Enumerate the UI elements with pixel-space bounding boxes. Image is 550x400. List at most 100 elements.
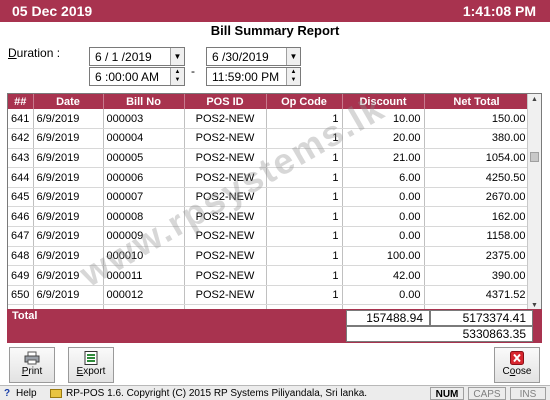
time-spinner[interactable]: ▲ ▼ [286, 68, 300, 85]
copyright-text: RP-POS 1.6. Copyright (C) 2015 RP System… [66, 388, 368, 399]
table-cell: 000004 [103, 128, 185, 149]
table-cell: 641 [8, 109, 34, 130]
time-spinner[interactable]: ▲ ▼ [170, 68, 184, 85]
help-label[interactable]: Help [16, 387, 37, 400]
table-cell: 000011 [103, 265, 185, 286]
table-cell: 0.00 [342, 226, 425, 247]
table-cell: 6/9/2019 [33, 206, 104, 228]
table-cell: 1158.00 [424, 226, 530, 247]
table-cell: 6/9/2019 [33, 226, 104, 247]
column-header[interactable]: Date [33, 94, 104, 109]
table-cell: 2670.00 [424, 187, 530, 208]
spin-down-icon[interactable]: ▼ [171, 76, 184, 84]
table-cell: 642 [8, 128, 34, 149]
column-header[interactable]: Bill No [103, 94, 185, 109]
help-icon[interactable]: ? [4, 387, 10, 400]
title-bar: 05 Dec 2019 1:41:08 PM [0, 0, 550, 22]
table-cell: 000008 [103, 206, 185, 228]
print-button[interactable]: Print [9, 347, 55, 383]
print-label: Print [21, 366, 43, 377]
column-header[interactable]: POS ID [184, 94, 267, 109]
printer-icon [24, 351, 40, 365]
table-cell: POS2-NEW [184, 246, 267, 267]
column-header[interactable]: Net Total [424, 94, 530, 109]
num-lock-indicator: NUM [430, 387, 464, 400]
from-date-picker[interactable]: 6 / 1 /2019 ▼ [89, 47, 185, 66]
close-button[interactable]: Coose [494, 347, 540, 383]
table-cell: 000003 [103, 109, 185, 130]
table-cell: 6.00 [342, 167, 425, 188]
table-cell: 0.00 [342, 206, 425, 228]
table-cell: 0.00 [342, 187, 425, 208]
table-cell: POS2-NEW [184, 167, 267, 188]
table-row[interactable]: 647 6/9/2019 000009 POS2-NEW 1 0.00 1158.00 [8, 226, 530, 247]
table-cell: POS2-NEW [184, 109, 267, 130]
table-cell: 42.00 [342, 265, 425, 286]
table-cell: 6/9/2019 [33, 128, 104, 149]
table-header: ## Date Bill No POS ID Op Code Discount Net To… [8, 94, 530, 109]
table-cell: 1 [266, 226, 343, 247]
table-cell: 1 [266, 187, 343, 208]
bill-table-grid: ## Date Bill No POS ID Op Code Discount Net To… [8, 94, 530, 312]
table-cell: 6/9/2019 [33, 148, 104, 169]
spin-down-icon[interactable]: ▼ [287, 76, 300, 84]
table-cell: 100.00 [342, 246, 425, 267]
spin-up-icon[interactable]: ▲ [287, 68, 300, 76]
duration-label-text: uration : [16, 46, 61, 60]
table-cell: 1 [266, 128, 343, 149]
table-cell: 1 [266, 246, 343, 267]
table-cell: POS2-NEW [184, 265, 267, 286]
table-row[interactable]: 643 6/9/2019 000005 POS2-NEW 1 21.00 1054.00 [8, 148, 530, 169]
table-row[interactable]: 650 6/9/2019 000012 POS2-NEW 1 0.00 4371.52 [8, 285, 530, 306]
table-cell: 649 [8, 265, 34, 286]
scroll-up-icon[interactable]: ▲ [528, 94, 541, 106]
table-row[interactable]: 644 6/9/2019 000006 POS2-NEW 1 6.00 4250.50 [8, 167, 530, 188]
export-button[interactable]: Export [68, 347, 114, 383]
from-time-picker[interactable]: 6 :00:00 AM ▲ ▼ [89, 67, 185, 86]
table-cell: 000006 [103, 167, 185, 188]
vertical-scrollbar[interactable]: ▲ ▼ [527, 94, 541, 312]
to-date-picker[interactable]: 6 /30/2019 ▼ [206, 47, 301, 66]
spin-up-icon[interactable]: ▲ [171, 68, 184, 76]
table-cell: POS2-NEW [184, 148, 267, 169]
table-cell: 650 [8, 285, 34, 306]
table-cell: POS2-NEW [184, 226, 267, 247]
table-cell: 1 [266, 109, 343, 130]
current-time: 1:41:08 PM [462, 3, 536, 19]
duration-separator: - [191, 64, 195, 78]
table-cell: 10.00 [342, 109, 425, 130]
table-cell: POS2-NEW [184, 128, 267, 149]
table-cell: 6/9/2019 [33, 265, 104, 286]
table-cell: 6/9/2019 [33, 285, 104, 306]
table-cell: 1 [266, 265, 343, 286]
chevron-down-icon[interactable]: ▼ [170, 48, 184, 65]
table-cell: 648 [8, 246, 34, 267]
to-time-picker[interactable]: 11:59:00 PM ▲ ▼ [206, 67, 301, 86]
column-header[interactable]: Discount [342, 94, 425, 109]
current-date: 05 Dec 2019 [12, 3, 93, 19]
table-cell: 000010 [103, 246, 185, 267]
totals-bar: Total 157488.94 5173374.41 5330863.35 [7, 309, 542, 343]
table-cell: 150.00 [424, 109, 530, 130]
table-cell: 644 [8, 167, 34, 188]
table-row[interactable]: 645 6/9/2019 000007 POS2-NEW 1 0.00 2670.00 [8, 187, 530, 208]
table-cell: POS2-NEW [184, 285, 267, 306]
table-cell: 1054.00 [424, 148, 530, 169]
table-row[interactable]: 649 6/9/2019 000011 POS2-NEW 1 42.00 390.00 [8, 265, 530, 286]
table-row[interactable]: 641 6/9/2019 000003 POS2-NEW 1 10.00 150.00 [8, 109, 530, 130]
table-cell: 6/9/2019 [33, 187, 104, 208]
export-icon [84, 351, 98, 365]
scroll-thumb[interactable] [530, 152, 539, 162]
table-row[interactable]: 646 6/9/2019 000008 POS2-NEW 1 0.00 162.00 [8, 206, 530, 228]
column-header[interactable]: ## [8, 94, 34, 109]
report-title: Bill Summary Report [210, 23, 340, 38]
net-total: 5173374.41 [430, 310, 533, 326]
grand-total: 5330863.35 [346, 326, 533, 342]
bill-table[interactable]: ## Date Bill No POS ID Op Code Discount Net To… [7, 93, 542, 313]
duration-label: Duration : [8, 46, 61, 60]
table-row[interactable]: 642 6/9/2019 000004 POS2-NEW 1 20.00 380.00 [8, 128, 530, 149]
table-cell: 4250.50 [424, 167, 530, 188]
chevron-down-icon[interactable]: ▼ [286, 48, 300, 65]
column-header[interactable]: Op Code [266, 94, 343, 109]
table-row[interactable]: 648 6/9/2019 000010 POS2-NEW 1 100.00 2375.00 [8, 246, 530, 267]
